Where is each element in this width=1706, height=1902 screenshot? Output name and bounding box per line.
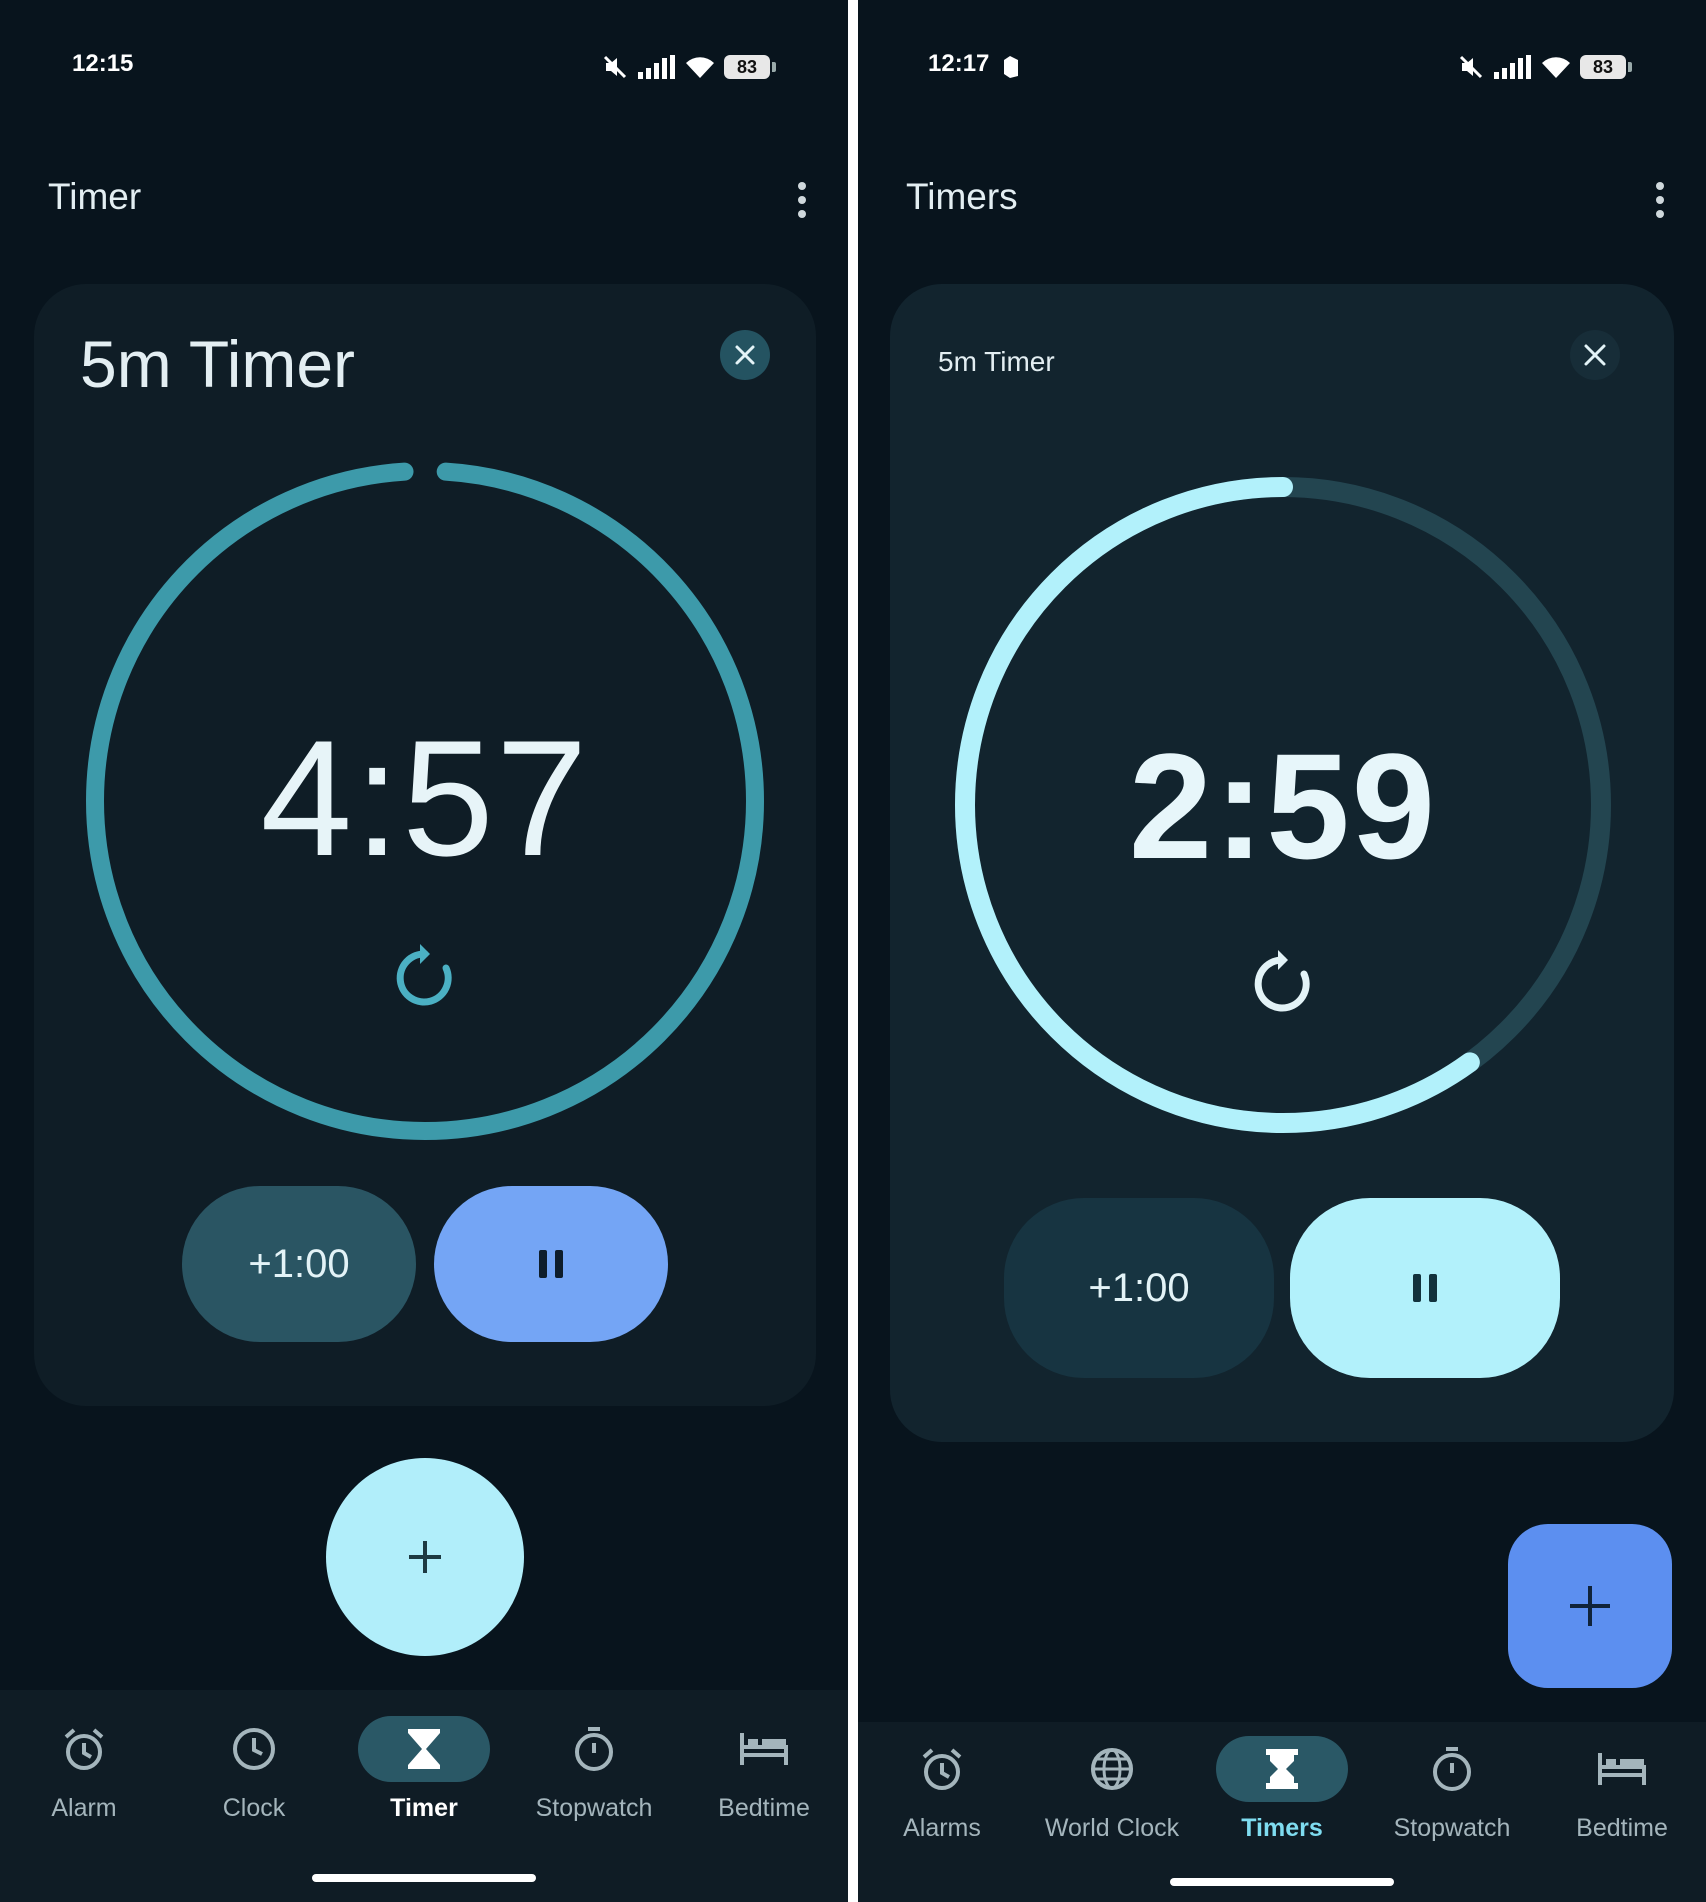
time-remaining: 4:57: [260, 706, 590, 890]
status-icons: 83: [602, 50, 776, 84]
nav-item-alarms[interactable]: Alarms: [862, 1736, 1022, 1843]
alarm-icon: [64, 1728, 104, 1770]
stopwatch-icon: [1433, 1747, 1471, 1791]
reset-timer-button[interactable]: [394, 942, 456, 1010]
plus-icon: [1570, 1586, 1610, 1626]
nav-icon-container: [698, 1716, 830, 1782]
plus-icon: [409, 1541, 441, 1573]
add-one-minute-button[interactable]: +1:00: [182, 1186, 416, 1342]
nav-icon-container: [358, 1716, 490, 1782]
add-timer-button[interactable]: [1508, 1524, 1672, 1688]
battery-tip: [1628, 62, 1632, 72]
nav-item-stopwatch[interactable]: Stopwatch: [1372, 1736, 1532, 1843]
stopwatch-icon: [575, 1727, 613, 1771]
nav-label: Clock: [222, 1794, 286, 1822]
nav-label: Timers: [1241, 1814, 1323, 1842]
notification-icon: [1004, 56, 1018, 78]
more-options-icon[interactable]: [1654, 180, 1666, 220]
nav-item-clock[interactable]: Clock: [174, 1716, 334, 1823]
status-time: 12:15: [72, 50, 134, 77]
screen-divider: [848, 0, 858, 1902]
home-indicator[interactable]: [312, 1874, 536, 1882]
alarm-icon: [922, 1748, 962, 1790]
nav-item-timers[interactable]: Timers: [1202, 1736, 1362, 1843]
timer-label[interactable]: 5m Timer: [938, 346, 1055, 378]
nav-item-timer[interactable]: Timer: [344, 1716, 504, 1823]
right-phone-screen: 12:17 83 Timers 5m Timer 2:59 +1:00 Alar…: [858, 0, 1706, 1902]
add-timer-button[interactable]: [326, 1458, 524, 1656]
wifi-icon: [686, 57, 714, 78]
page-title: Timers: [906, 176, 1018, 217]
close-timer-button[interactable]: [1570, 330, 1620, 380]
more-options-icon[interactable]: [796, 180, 808, 220]
bottom-navigation: Alarm Clock Timer Stopwatch Bedtime: [0, 1690, 848, 1902]
nav-label: Alarms: [903, 1814, 981, 1842]
nav-icon-container: [1046, 1736, 1178, 1802]
mute-icon: [603, 55, 627, 79]
battery-tip: [772, 62, 776, 72]
page-title: Timer: [48, 176, 142, 217]
nav-item-alarm[interactable]: Alarm: [4, 1716, 164, 1823]
nav-label: Stopwatch: [1393, 1814, 1511, 1842]
battery-indicator: 83: [1580, 55, 1626, 79]
reset-timer-button[interactable]: [1252, 948, 1314, 1016]
hourglass-icon: [408, 1729, 440, 1769]
time-remaining: 2:59: [1128, 722, 1438, 890]
signal-icon: [638, 55, 675, 79]
timer-card: 5m Timer 2:59 +1:00: [890, 284, 1674, 1442]
nav-label: World Clock: [1044, 1814, 1180, 1842]
pause-button[interactable]: [1290, 1198, 1560, 1378]
nav-icon-container: [1556, 1736, 1688, 1802]
nav-label: Stopwatch: [535, 1794, 653, 1822]
status-icons: 83: [1458, 50, 1632, 84]
nav-icon-container: [188, 1716, 320, 1782]
add-one-minute-button[interactable]: +1:00: [1004, 1198, 1274, 1378]
nav-label: Bedtime: [718, 1794, 810, 1822]
nav-label: Timer: [390, 1794, 458, 1822]
bed-icon: [740, 1733, 788, 1765]
pause-button[interactable]: [434, 1186, 668, 1342]
mute-icon: [1459, 55, 1483, 79]
status-time: 12:17: [928, 50, 990, 77]
nav-item-world-clock[interactable]: World Clock: [1032, 1736, 1192, 1843]
nav-label: Bedtime: [1576, 1814, 1668, 1842]
signal-icon: [1494, 55, 1531, 79]
close-icon: [735, 345, 755, 365]
nav-icon-container: [18, 1716, 150, 1782]
home-indicator[interactable]: [1170, 1878, 1394, 1886]
timer-card: 5m Timer 4:57 +1:00: [34, 284, 816, 1406]
nav-icon-container: [1386, 1736, 1518, 1802]
hourglass-icon: [1266, 1749, 1298, 1789]
close-icon: [1584, 344, 1606, 366]
nav-icon-container: [1216, 1736, 1348, 1802]
wifi-icon: [1542, 57, 1570, 78]
nav-item-bedtime[interactable]: Bedtime: [684, 1716, 844, 1823]
nav-icon-container: [876, 1736, 1008, 1802]
pause-icon: [1413, 1274, 1437, 1302]
bed-icon: [1598, 1753, 1646, 1785]
pause-icon: [539, 1250, 563, 1278]
nav-icon-container: [528, 1716, 660, 1782]
battery-indicator: 83: [724, 55, 770, 79]
left-phone-screen: 12:15 83 Timer 5m Timer 4:57 +1:00 Alarm…: [0, 0, 848, 1902]
bottom-navigation: Alarms World Clock Timers Stopwatch Bedt…: [858, 1722, 1706, 1902]
timer-label[interactable]: 5m Timer: [80, 326, 355, 402]
nav-item-stopwatch[interactable]: Stopwatch: [514, 1716, 674, 1823]
globe-icon: [1091, 1748, 1133, 1790]
nav-item-bedtime[interactable]: Bedtime: [1542, 1736, 1702, 1843]
nav-label: Alarm: [51, 1794, 117, 1822]
close-timer-button[interactable]: [720, 330, 770, 380]
clock-icon: [233, 1728, 275, 1770]
